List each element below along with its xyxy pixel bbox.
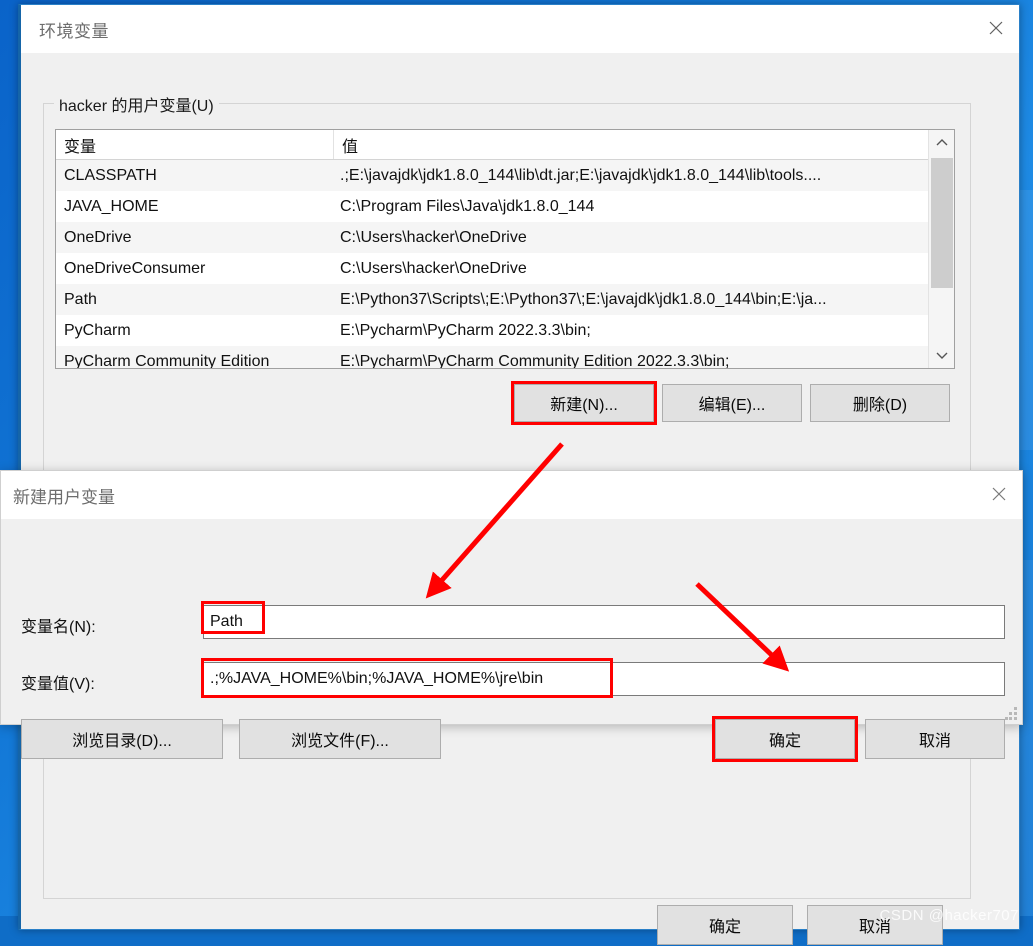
- user-variables-legend: hacker 的用户变量(U): [54, 92, 219, 116]
- table-cell-value: .;E:\javajdk\jdk1.8.0_144\lib\dt.jar;E:\…: [340, 166, 822, 184]
- table-row[interactable]: PyCharm E:\Pycharm\PyCharm 2022.3.3\bin;: [56, 315, 954, 346]
- table-cell-value: E:\Pycharm\PyCharm Community Edition 202…: [340, 352, 730, 369]
- dialog-cancel-button[interactable]: 取消: [865, 719, 1005, 759]
- table-cell-value: C:\Users\hacker\OneDrive: [340, 228, 527, 246]
- variable-value-input[interactable]: [203, 662, 1005, 696]
- user-new-button[interactable]: 新建(N)...: [514, 384, 654, 422]
- column-header-value[interactable]: 值: [334, 130, 954, 159]
- user-delete-button[interactable]: 删除(D): [810, 384, 950, 422]
- table-cell-variable: Path: [64, 290, 97, 308]
- user-edit-button[interactable]: 编辑(E)...: [662, 384, 802, 422]
- table-row[interactable]: OneDriveConsumer C:\Users\hacker\OneDrive: [56, 253, 954, 284]
- close-icon[interactable]: [976, 471, 1022, 517]
- column-header-variable[interactable]: 变量: [56, 130, 334, 159]
- table-cell-variable: PyCharm: [64, 321, 131, 339]
- user-variables-button-row: 新建(N)... 编辑(E)... 删除(D): [514, 384, 950, 422]
- table-cell-value: C:\Users\hacker\OneDrive: [340, 259, 527, 277]
- table-row[interactable]: PyCharm Community Edition E:\Pycharm\PyCh…: [56, 346, 954, 369]
- table-cell-variable: JAVA_HOME: [64, 197, 159, 215]
- scrollbar-thumb[interactable]: [931, 158, 953, 288]
- listview-rows: CLASSPATH .;E:\javajdk\jdk1.8.0_144\lib\d…: [56, 160, 954, 369]
- close-icon[interactable]: [973, 5, 1019, 51]
- window-ok-button[interactable]: 确定: [657, 905, 793, 945]
- user-variables-listview[interactable]: 变量 值 CLASSPATH .;E:\javajdk\jdk1.8.0_144\…: [55, 129, 955, 369]
- variable-name-label: 变量名(N):: [21, 619, 96, 636]
- table-row[interactable]: JAVA_HOME C:\Program Files\Java\jdk1.8.0_…: [56, 191, 954, 222]
- environment-variables-titlebar: 环境变量: [21, 5, 1019, 53]
- scroll-down-icon[interactable]: [929, 342, 954, 368]
- table-cell-variable: OneDrive: [64, 228, 132, 246]
- listview-vertical-scrollbar[interactable]: [928, 130, 954, 368]
- table-cell-variable: OneDriveConsumer: [64, 259, 206, 277]
- user-variables-group: hacker 的用户变量(U) 变量 值 CLASSPATH .;E:\javaj…: [43, 92, 971, 515]
- scroll-up-icon[interactable]: [929, 130, 954, 156]
- table-row[interactable]: Path E:\Python37\Scripts\;E:\Python37\;E:…: [56, 284, 954, 315]
- environment-variables-window: 环境变量 hacker 的用户变量(U) 变量 值 CLASSPATH .;E:\…: [18, 4, 1020, 945]
- table-cell-value: E:\Pycharm\PyCharm 2022.3.3\bin;: [340, 321, 591, 339]
- table-cell-variable: PyCharm Community Edition: [64, 352, 270, 369]
- watermark: CSDN @hacker707: [879, 907, 1019, 924]
- table-row[interactable]: OneDrive C:\Users\hacker\OneDrive: [56, 222, 954, 253]
- variable-value-label: 变量值(V):: [21, 676, 95, 693]
- new-user-variable-dialog: 新建用户变量 变量名(N): 变量值(V): 浏览目录(D)... 浏览文件(F…: [0, 470, 1023, 762]
- table-cell-value: C:\Program Files\Java\jdk1.8.0_144: [340, 197, 595, 215]
- new-variable-body: 变量名(N): 变量值(V): 浏览目录(D)... 浏览文件(F)... 确定…: [1, 519, 1022, 762]
- browse-directory-button[interactable]: 浏览目录(D)...: [21, 719, 223, 759]
- table-cell-value: E:\Python37\Scripts\;E:\Python37\;E:\jav…: [340, 290, 827, 308]
- table-row[interactable]: CLASSPATH .;E:\javajdk\jdk1.8.0_144\lib\d…: [56, 160, 954, 191]
- new-variable-titlebar: 新建用户变量: [1, 471, 1022, 519]
- listview-header: 变量 值: [56, 130, 954, 160]
- new-variable-title: 新建用户变量: [13, 487, 115, 507]
- resize-grip-icon[interactable]: [1005, 707, 1018, 720]
- browse-file-button[interactable]: 浏览文件(F)...: [239, 719, 441, 759]
- window-title: 环境变量: [39, 21, 109, 41]
- table-cell-variable: CLASSPATH: [64, 166, 157, 184]
- variable-name-input[interactable]: [203, 605, 1005, 639]
- dialog-ok-button[interactable]: 确定: [715, 719, 855, 759]
